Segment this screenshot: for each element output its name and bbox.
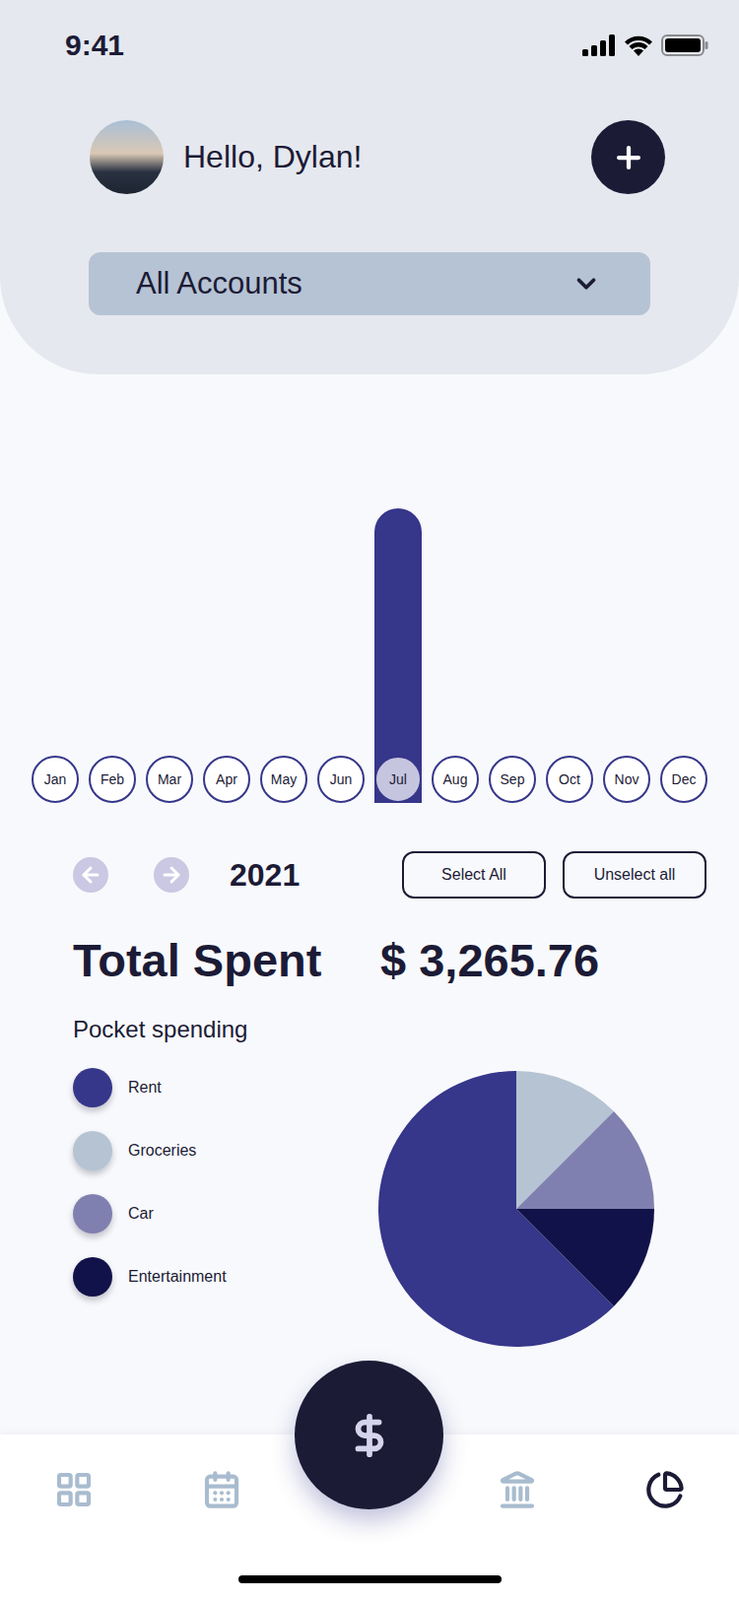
header: 9:41 Hello, Dylan! All Accounts bbox=[0, 0, 739, 375]
arrow-left-icon bbox=[78, 863, 103, 887]
home-indicator bbox=[238, 1575, 502, 1584]
year-controls: 2021 Select All Unselect all bbox=[0, 851, 739, 899]
legend: Rent Groceries Car Entertainment bbox=[72, 1068, 227, 1297]
nav-button[interactable] bbox=[591, 1470, 739, 1510]
legend-label: Car bbox=[128, 1205, 154, 1223]
chart-column: Nov bbox=[603, 374, 651, 804]
pie-chart bbox=[378, 1071, 655, 1347]
nav-button[interactable] bbox=[0, 1470, 148, 1510]
chart-column: Feb bbox=[88, 374, 136, 804]
month-button[interactable]: Sep bbox=[488, 755, 537, 804]
legend-dot bbox=[72, 1068, 113, 1108]
legend-item: Car bbox=[72, 1194, 227, 1234]
status-bar: 9:41 bbox=[0, 0, 739, 91]
month-button[interactable]: Jan bbox=[31, 755, 79, 804]
plus-icon bbox=[611, 140, 646, 175]
month-button[interactable]: Aug bbox=[431, 755, 479, 804]
month-button[interactable]: Jul bbox=[374, 755, 422, 804]
time: 9:41 bbox=[65, 28, 125, 63]
nav-button[interactable] bbox=[147, 1470, 296, 1510]
account-select[interactable]: All Accounts bbox=[88, 252, 651, 316]
total-row: Total Spent$ 3,265.76 bbox=[0, 933, 739, 988]
legend-dot bbox=[72, 1131, 113, 1171]
chart-column: Jul bbox=[374, 374, 422, 804]
chart-column: Mar bbox=[145, 374, 194, 804]
main: JanFebMarAprMayJunJulAugSepOctNovDec 2021… bbox=[0, 374, 739, 1435]
legend-item: Groceries bbox=[72, 1131, 227, 1171]
total-amount: $ 3,265.76 bbox=[380, 933, 600, 988]
month-button[interactable]: Oct bbox=[545, 755, 594, 804]
status-icons bbox=[582, 34, 709, 57]
chart-column: Dec bbox=[660, 374, 708, 804]
month-button[interactable]: May bbox=[260, 755, 308, 804]
legend-dot bbox=[72, 1257, 113, 1297]
legend-dot bbox=[72, 1194, 113, 1234]
pocket-spending: Rent Groceries Car Entertainment bbox=[0, 1068, 739, 1347]
pie-chart-icon bbox=[645, 1470, 685, 1510]
arrow-right-icon bbox=[159, 863, 184, 887]
grid-icon bbox=[54, 1470, 94, 1510]
legend-label: Entertainment bbox=[128, 1268, 227, 1286]
chart-column: Aug bbox=[431, 374, 479, 804]
next-year-button[interactable] bbox=[153, 857, 190, 893]
year: 2021 bbox=[229, 857, 300, 894]
legend-label: Rent bbox=[128, 1078, 162, 1097]
wifi-icon bbox=[623, 34, 654, 57]
screen: 9:41 Hello, Dylan! All Accounts JanFebMarAp… bbox=[0, 0, 739, 1600]
month-button[interactable]: Nov bbox=[603, 755, 651, 804]
bar-chart: JanFebMarAprMayJunJulAugSepOctNovDec bbox=[0, 374, 739, 804]
month-button[interactable]: Apr bbox=[202, 755, 251, 804]
calendar-icon bbox=[201, 1470, 242, 1510]
selection-button[interactable]: Unselect all bbox=[562, 851, 707, 899]
chart-column: May bbox=[260, 374, 308, 804]
legend-item: Entertainment bbox=[72, 1257, 227, 1297]
legend-label: Groceries bbox=[128, 1142, 197, 1160]
selection-button[interactable]: Select All bbox=[402, 851, 546, 899]
greeting-row: Hello, Dylan! bbox=[0, 120, 739, 195]
chevron-down-icon bbox=[571, 268, 602, 299]
avatar[interactable] bbox=[89, 120, 164, 195]
chart-column: Jan bbox=[31, 374, 79, 804]
month-button[interactable]: Mar bbox=[145, 755, 194, 804]
account-select-value: All Accounts bbox=[135, 266, 303, 302]
chart-column: Jun bbox=[317, 374, 365, 804]
bank-icon bbox=[497, 1470, 538, 1510]
add-button[interactable] bbox=[591, 120, 666, 195]
chart-column: Oct bbox=[545, 374, 594, 804]
chart-column: Apr bbox=[202, 374, 251, 804]
month-button[interactable]: Jun bbox=[317, 755, 365, 804]
signal-icon bbox=[582, 34, 616, 57]
dollar-icon bbox=[346, 1412, 393, 1459]
month-button[interactable]: Dec bbox=[660, 755, 708, 804]
nav-button[interactable] bbox=[443, 1470, 592, 1510]
pie-slice bbox=[516, 1111, 655, 1210]
pocket-spending-title: Pocket spending bbox=[0, 1015, 739, 1044]
chart-column: Sep bbox=[488, 374, 537, 804]
legend-item: Rent bbox=[72, 1068, 227, 1108]
prev-year-button[interactable] bbox=[72, 857, 109, 893]
greeting: Hello, Dylan! bbox=[183, 138, 592, 176]
money-button[interactable] bbox=[294, 1360, 444, 1510]
pie-slice bbox=[516, 1209, 655, 1307]
battery-icon bbox=[661, 34, 709, 57]
selection-buttons: Select All Unselect all bbox=[402, 851, 707, 899]
month-button[interactable]: Feb bbox=[88, 755, 136, 804]
bottom-nav bbox=[0, 1434, 739, 1600]
total-label: Total Spent bbox=[72, 933, 381, 988]
